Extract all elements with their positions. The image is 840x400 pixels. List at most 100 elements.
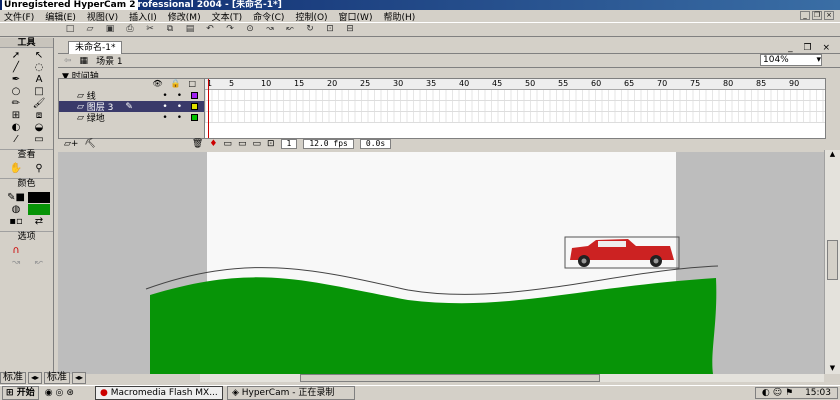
brush-tool-icon[interactable]: 🖌 xyxy=(28,98,50,109)
horizontal-scrollbar[interactable] xyxy=(200,374,824,382)
menu-control[interactable]: 控制(O) xyxy=(295,10,327,23)
scroll-down-icon[interactable]: ▼ xyxy=(825,364,840,374)
document-window-controls[interactable]: _ ❐ × xyxy=(788,43,834,53)
swap-colors-icon[interactable]: ⇄ xyxy=(28,216,50,227)
eyedropper-tool-icon[interactable]: ⁄ xyxy=(5,134,27,145)
rotate-icon[interactable]: ↻ xyxy=(304,24,316,35)
copy-icon[interactable]: ⧉ xyxy=(164,24,176,35)
quicklaunch-icons[interactable]: ◉◎⊛ xyxy=(45,388,77,398)
tab-nav-icon[interactable]: ◂▸ xyxy=(72,372,87,384)
onion-markers-icon[interactable]: ⊡ xyxy=(267,139,275,149)
fill-transform-tool-icon[interactable]: ⧈ xyxy=(28,110,50,121)
arrow-tool-icon[interactable]: ➚ xyxy=(5,50,27,61)
add-guide-icon[interactable]: ⛏ xyxy=(84,139,95,149)
edit-multiple-icon[interactable]: ▭ xyxy=(252,139,261,149)
tools-panel: 工具 ➚ ↖ ╱ ◌ ✒ A ○ □ ✏ 🖌 ⊞ ⧈ ◐ ◒ ⁄ ▭ 查看 ✋ … xyxy=(0,38,54,372)
menu-modify[interactable]: 修改(M) xyxy=(168,10,201,23)
taskbar-item-hypercam[interactable]: ◈ HyperCam - 正在录制 xyxy=(226,386,355,400)
redo-icon[interactable]: ↷ xyxy=(224,24,236,35)
car-symbol[interactable] xyxy=(564,236,680,269)
frame-number: 75 xyxy=(690,79,701,88)
menu-window[interactable]: 窗口(W) xyxy=(339,10,373,23)
open-icon[interactable]: ▱ xyxy=(84,24,96,35)
zoom-select[interactable]: 104% ▾ xyxy=(760,54,822,66)
onion-outline-icon[interactable]: ▭ xyxy=(238,139,247,149)
stroke-swatch[interactable] xyxy=(28,192,50,203)
paint-bucket-tool-icon[interactable]: ◒ xyxy=(28,122,50,133)
eraser-tool-icon[interactable]: ▭ xyxy=(28,134,50,145)
pen-tool-icon[interactable]: ✒ xyxy=(5,74,27,85)
zoom-tool-icon[interactable]: ⚲ xyxy=(28,163,50,174)
tab-nav-icon[interactable]: ◂▸ xyxy=(28,372,43,384)
straighten-icon[interactable]: ↜ xyxy=(284,24,296,35)
smooth-option-icon[interactable]: ↝ xyxy=(5,257,27,268)
menu-command[interactable]: 命令(C) xyxy=(253,10,284,23)
menu-edit[interactable]: 编辑(E) xyxy=(45,10,76,23)
pencil-tool-icon[interactable]: ✏ xyxy=(5,98,27,109)
print-icon[interactable]: ⎙ xyxy=(124,24,136,35)
outline-icon[interactable]: □ xyxy=(188,79,196,90)
ground-shape[interactable] xyxy=(150,277,717,374)
add-layer-icon[interactable]: ▱+ xyxy=(64,139,78,149)
menu-text[interactable]: 文本(T) xyxy=(212,10,243,23)
lasso-tool-icon[interactable]: ◌ xyxy=(28,62,50,73)
oval-tool-icon[interactable]: ○ xyxy=(5,86,27,97)
scroll-up-icon[interactable]: ▲ xyxy=(825,150,840,160)
taskbar-item-flash[interactable]: ● Macromedia Flash MX... xyxy=(94,386,223,400)
line-tool-icon[interactable]: ╱ xyxy=(5,62,27,73)
scale-icon[interactable]: ⊡ xyxy=(324,24,336,35)
fill-color-icon[interactable]: ◍ xyxy=(5,204,27,215)
delete-layer-icon[interactable]: 🗑 xyxy=(192,139,203,149)
vertical-scrollbar[interactable]: ▲ ▼ xyxy=(824,150,840,374)
layer-icon: ▱ xyxy=(77,90,87,101)
start-button[interactable]: ⊞ 开始 xyxy=(2,386,39,400)
layer-row[interactable]: ▱ 绿地 • • xyxy=(59,112,204,124)
cut-icon[interactable]: ✂ xyxy=(144,24,156,35)
fill-swatch[interactable] xyxy=(28,204,50,215)
new-icon[interactable]: □ xyxy=(64,24,76,35)
standard-tab[interactable]: 标准 xyxy=(0,372,26,384)
transform-tool-icon[interactable]: ⊞ xyxy=(5,110,27,121)
default-colors-icon[interactable]: ▪▫ xyxy=(5,216,27,227)
menu-file[interactable]: 文件(F) xyxy=(4,10,34,23)
standard-tab[interactable]: 标准 xyxy=(44,372,71,384)
hand-tool-icon[interactable]: ✋ xyxy=(5,163,27,174)
snap-icon[interactable]: ⊙ xyxy=(244,24,256,35)
smooth-icon[interactable]: ↝ xyxy=(264,24,276,35)
frame-row[interactable] xyxy=(205,112,825,123)
scroll-thumb[interactable] xyxy=(827,240,838,280)
frame-row[interactable] xyxy=(205,90,825,101)
subselect-tool-icon[interactable]: ↖ xyxy=(28,50,50,61)
magnet-icon[interactable]: ∩ xyxy=(5,245,27,256)
tray-icons[interactable]: ◐☺⚑ xyxy=(762,388,796,398)
restore-icon[interactable]: ❐ xyxy=(812,11,822,20)
layer-row-selected[interactable]: ▱ 图层 3 ✎ • • xyxy=(59,101,204,113)
scene-label[interactable]: 场景 1 xyxy=(96,54,123,67)
save-icon[interactable]: ▣ xyxy=(104,24,116,35)
back-arrow-icon[interactable]: ⇦ xyxy=(64,56,72,66)
document-tab[interactable]: 未命名-1* xyxy=(68,41,123,54)
stroke-color-icon[interactable]: ✎■ xyxy=(5,192,27,203)
close-icon[interactable]: × xyxy=(824,11,834,20)
eye-icon[interactable]: 👁 xyxy=(152,79,162,90)
onion-skin-icon[interactable]: ▭ xyxy=(223,139,232,149)
straighten-option-icon[interactable]: ↜ xyxy=(28,257,50,268)
menu-view[interactable]: 视图(V) xyxy=(87,10,118,23)
frame-ruler[interactable]: 1 5 10 15 20 25 30 35 40 45 50 55 60 65 … xyxy=(205,79,825,90)
text-tool-icon[interactable]: A xyxy=(28,74,50,85)
undo-icon[interactable]: ↶ xyxy=(204,24,216,35)
lock-icon[interactable]: 🔒 xyxy=(170,79,180,90)
minimize-icon[interactable]: _ xyxy=(800,11,810,20)
center-frame-icon[interactable]: ♦ xyxy=(209,139,217,149)
ink-bottle-tool-icon[interactable]: ◐ xyxy=(5,122,27,133)
align-icon[interactable]: ⊟ xyxy=(344,24,356,35)
frame-row[interactable] xyxy=(205,101,825,112)
menu-help[interactable]: 帮助(H) xyxy=(383,10,415,23)
work-area[interactable] xyxy=(58,152,824,374)
menu-insert[interactable]: 插入(I) xyxy=(129,10,157,23)
rect-tool-icon[interactable]: □ xyxy=(28,86,50,97)
paste-icon[interactable]: ▤ xyxy=(184,24,196,35)
layer-row[interactable]: ▱ 线 • • xyxy=(59,90,204,102)
hscroll-thumb[interactable] xyxy=(300,374,600,382)
scene-icon: ▦ xyxy=(79,55,89,66)
